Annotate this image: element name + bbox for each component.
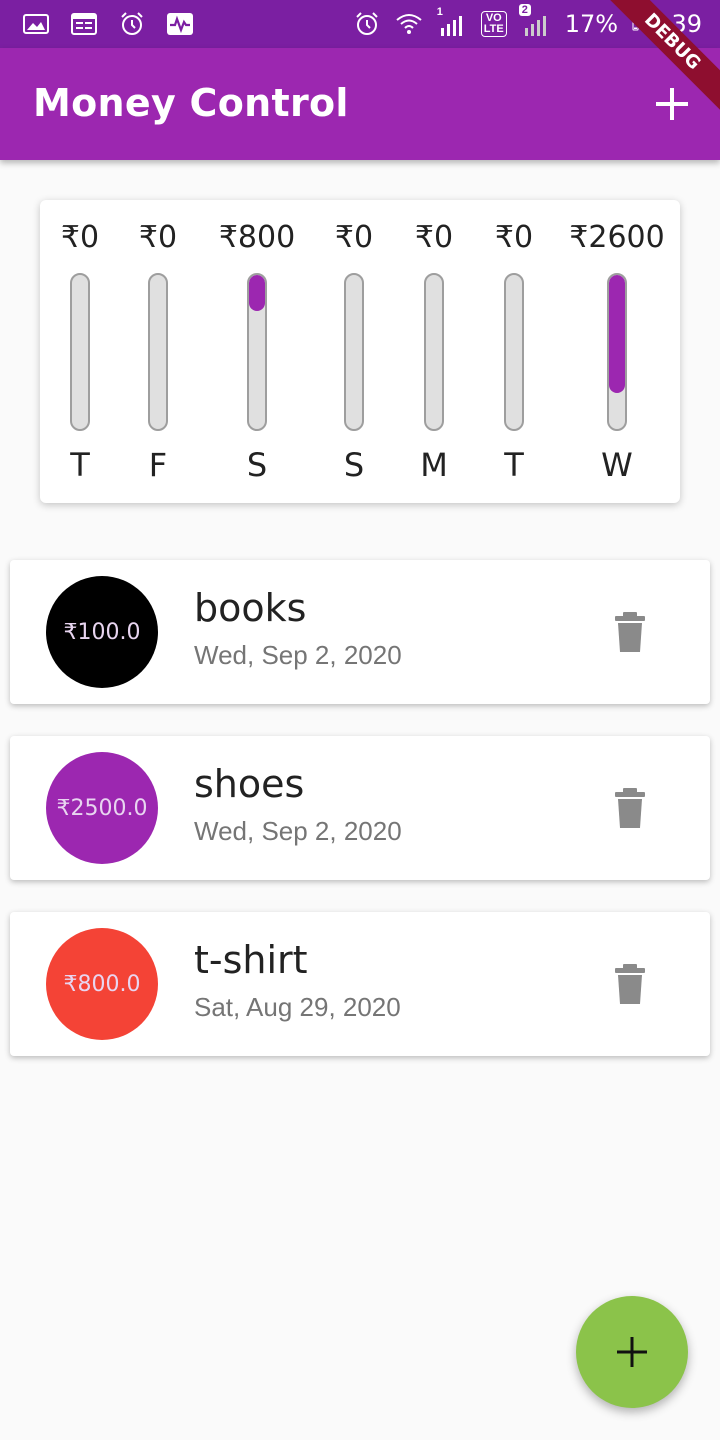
add-transaction-button[interactable] [576,1296,688,1408]
gallery-icon [23,14,49,34]
weekly-chart: ₹0 T ₹0 F ₹800 S ₹0 S ₹0 M ₹0 T ₹2600 W [40,200,680,503]
bar-day-label: W [601,446,633,484]
app-bar: Money Control [0,48,720,160]
chart-bar: ₹0 F [108,200,208,503]
transaction-title: shoes [194,762,305,806]
activity-icon [167,13,193,35]
signal-sim1-icon: 1 [437,6,467,38]
trash-icon[interactable] [610,962,650,1006]
bar-day-label: F [148,446,168,484]
page-title: Money Control [33,81,349,125]
wifi-icon [396,14,422,34]
bar-track [148,273,168,431]
bar-track [424,273,444,431]
calendar-icon [71,13,97,35]
bar-amount-label: ₹0 [494,220,534,255]
bar-fill [609,275,625,393]
bar-day-label: S [246,446,268,484]
chart-bar: ₹0 T [464,200,564,503]
battery-icon [632,18,639,31]
status-bar: 1 VO LTE 2 17% 4:39 [0,0,720,48]
sim2-badge: 2 [518,4,531,16]
trash-icon[interactable] [610,610,650,654]
chart-bar: ₹800 S [207,200,307,503]
transaction-title: books [194,586,307,630]
transaction-date: Wed, Sep 2, 2020 [194,640,402,670]
sim1-label: 1 [436,6,443,18]
amount-avatar: ₹2500.0 [46,752,158,864]
amount-avatar: ₹100.0 [46,576,158,688]
bar-track [70,273,90,431]
alarm-icon [356,12,378,35]
plus-icon [617,1337,647,1367]
battery-percent: 17% [564,10,619,38]
signal-sim2-icon: 2 [518,4,551,38]
transaction-card[interactable]: ₹800.0 t-shirt Sat, Aug 29, 2020 [10,912,710,1056]
transaction-amount: ₹2500.0 [56,795,148,821]
transaction-date: Wed, Sep 2, 2020 [194,816,402,846]
transaction-amount: ₹800.0 [63,971,141,997]
bar-amount-label: ₹2600 [569,220,665,255]
transaction-amount: ₹100.0 [63,619,141,645]
transaction-card[interactable]: ₹2500.0 shoes Wed, Sep 2, 2020 [10,736,710,880]
bar-fill [249,275,265,312]
volte-badge: VO LTE [480,11,507,37]
bar-track [504,273,524,431]
chart-bar: ₹2600 W [567,200,667,503]
bar-track [344,273,364,431]
transaction-title: t-shirt [194,938,308,982]
clock: 4:39 [648,10,702,38]
bar-day-label: T [504,446,524,484]
plus-icon[interactable] [652,84,692,124]
bar-track [247,273,267,431]
transaction-date: Sat, Aug 29, 2020 [194,992,401,1022]
bar-track [607,273,627,431]
bar-amount-label: ₹800 [218,220,296,255]
alarm-icon [121,12,143,35]
bar-amount-label: ₹0 [138,220,178,255]
amount-avatar: ₹800.0 [46,928,158,1040]
trash-icon[interactable] [610,786,650,830]
transaction-card[interactable]: ₹100.0 books Wed, Sep 2, 2020 [10,560,710,704]
